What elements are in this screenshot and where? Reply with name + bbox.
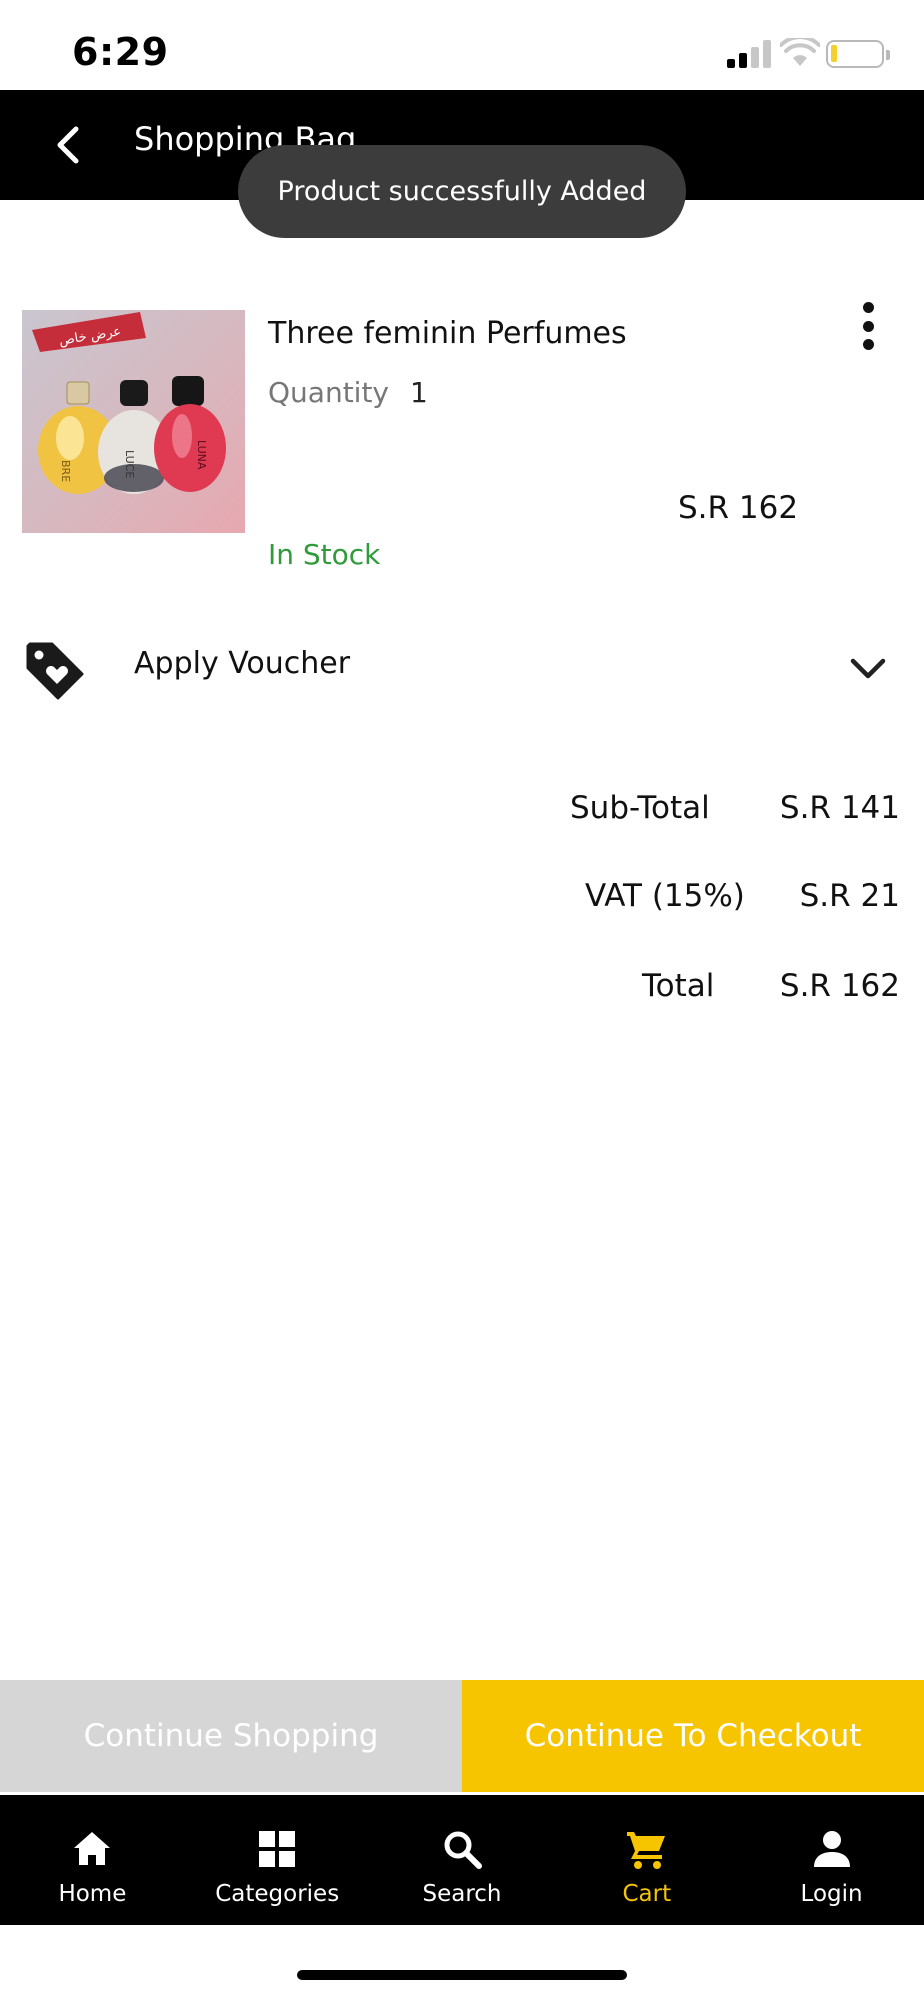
nav-item-home[interactable]: Home xyxy=(0,1795,185,1925)
tag-heart-icon xyxy=(26,642,84,700)
bottle-label-2: LUCE xyxy=(123,450,136,478)
vat-value: S.R 21 xyxy=(799,878,900,914)
more-options-button[interactable] xyxy=(850,296,886,356)
nav-label-cart: Cart xyxy=(622,1881,672,1907)
apply-voucher-label: Apply Voucher xyxy=(134,646,351,681)
nav-label-login: Login xyxy=(800,1881,863,1907)
perfume-bottles-illustration: عرض خاص BRE LUCE LUNA xyxy=(32,312,226,494)
apply-voucher-row[interactable]: Apply Voucher xyxy=(0,622,924,712)
status-time: 6:29 xyxy=(72,30,169,74)
cellular-signal-icon xyxy=(727,40,771,68)
nav-item-search[interactable]: Search xyxy=(370,1795,555,1925)
continue-shopping-label: Continue Shopping xyxy=(83,1718,379,1754)
nav-label-search: Search xyxy=(422,1881,502,1907)
product-image[interactable]: عرض خاص BRE LUCE LUNA xyxy=(22,310,245,533)
back-button[interactable] xyxy=(44,120,92,170)
toast-notification: Product successfully Added xyxy=(238,145,686,238)
wifi-icon xyxy=(780,38,820,66)
status-bar: 6:29 xyxy=(0,0,924,90)
total-label: Total xyxy=(642,968,715,1004)
total-row: Total S.R 162 xyxy=(642,968,900,1008)
search-icon xyxy=(444,1831,482,1869)
nav-item-cart[interactable]: Cart xyxy=(554,1795,739,1925)
bottle-label-1: BRE xyxy=(59,460,72,482)
subtotal-value: S.R 141 xyxy=(779,790,900,826)
subtotal-label: Sub-Total xyxy=(570,790,710,826)
nav-item-categories[interactable]: Categories xyxy=(185,1795,370,1925)
nav-item-login[interactable]: Login xyxy=(739,1795,924,1925)
home-icon xyxy=(74,1832,111,1865)
bottom-navigation: Home Categories Search Cart Login xyxy=(0,1795,924,1925)
grid-icon xyxy=(259,1831,296,1867)
nav-label-home: Home xyxy=(58,1881,127,1907)
continue-shopping-button[interactable]: Continue Shopping xyxy=(0,1680,462,1792)
checkout-label: Continue To Checkout xyxy=(524,1718,862,1754)
user-icon xyxy=(813,1831,850,1867)
stock-status: In Stock xyxy=(268,538,381,571)
vat-row: VAT (15%) S.R 21 xyxy=(585,878,900,918)
chevron-down-icon[interactable] xyxy=(848,652,888,686)
quantity-label: Quantity xyxy=(268,376,389,409)
nav-label-categories: Categories xyxy=(215,1881,340,1907)
quantity-value: 1 xyxy=(410,376,428,409)
home-indicator xyxy=(297,1970,627,1980)
subtotal-row: Sub-Total S.R 141 xyxy=(570,790,900,830)
battery-icon xyxy=(826,40,890,68)
bottle-label-3: LUNA xyxy=(195,440,208,470)
total-value: S.R 162 xyxy=(779,968,900,1004)
checkout-button[interactable]: Continue To Checkout xyxy=(462,1680,924,1792)
toast-message: Product successfully Added xyxy=(277,176,647,207)
vat-label: VAT (15%) xyxy=(585,878,745,914)
product-name[interactable]: Three feminin Perfumes xyxy=(268,316,627,351)
more-vertical-icon xyxy=(862,302,874,313)
chevron-left-icon xyxy=(57,126,79,164)
product-price: S.R 162 xyxy=(678,490,799,526)
cart-icon xyxy=(626,1832,665,1869)
